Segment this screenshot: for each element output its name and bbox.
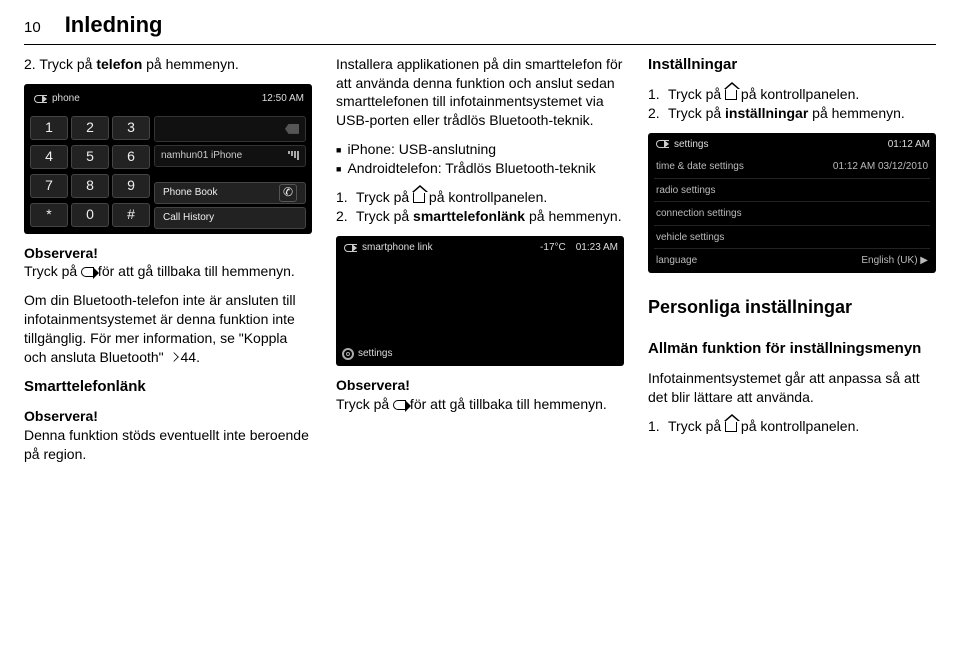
- page-header: 10 Inledning: [24, 10, 936, 45]
- page-title: Inledning: [65, 10, 163, 40]
- smartphone-title: smartphone link: [362, 241, 433, 255]
- phone-book-button[interactable]: Phone Book ✆: [154, 182, 306, 204]
- general-function-subheading: Allmän funktion för inställningsmenyn: [648, 339, 936, 359]
- key-2[interactable]: 2: [71, 116, 109, 140]
- bluetooth-note: Om din Bluetooth-telefon inte är anslute…: [24, 291, 312, 367]
- back-icon[interactable]: [342, 243, 356, 253]
- key-9[interactable]: 9: [112, 174, 150, 198]
- settings-row-time[interactable]: time & date settings01:12 AM 03/12/2010: [654, 156, 930, 179]
- connection-list: iPhone: USB-anslutning Androidtelefon: T…: [336, 140, 624, 178]
- observe-1: Observera! Tryck på för att gå tillbaka …: [24, 244, 312, 282]
- phone-time: 12:50 AM: [262, 92, 304, 106]
- personal-para: Infotainmentsystemet går att anpassa så …: [648, 369, 936, 407]
- col2-step1: 1.Tryck på på kontrollpanelen.: [336, 188, 624, 207]
- smartphone-time: 01:23 AM: [576, 241, 618, 255]
- phone-screenshot: phone 12:50 AM 1 2 3 4 5 6 7 8 9 * 0 #: [24, 84, 312, 234]
- phone-right-panel: namhun01 iPhone Phone Book ✆ Call Histor…: [154, 116, 306, 229]
- settings-title: settings: [674, 138, 708, 152]
- settings-screenshot: settings 01:12 AM time & date settings01…: [648, 133, 936, 273]
- home-icon: [725, 89, 737, 100]
- content-columns: 2. Tryck på telefon på hemmenyn. phone 1…: [24, 55, 936, 464]
- smartphone-link-heading: Smarttelefonlänk: [24, 377, 312, 397]
- key-6[interactable]: 6: [112, 145, 150, 169]
- home-icon: [725, 421, 737, 432]
- home-icon: [413, 192, 425, 203]
- key-7[interactable]: 7: [30, 174, 68, 198]
- key-0[interactable]: 0: [71, 203, 109, 227]
- column-1: 2. Tryck på telefon på hemmenyn. phone 1…: [24, 55, 312, 464]
- observe-2: Observera! Denna funktion stöds eventuel…: [24, 407, 312, 464]
- settings-row-vehicle[interactable]: vehicle settings: [654, 227, 930, 250]
- back-icon: [81, 267, 94, 277]
- bullet-iphone: iPhone: USB-anslutning: [336, 140, 624, 159]
- settings-row-language[interactable]: languageEnglish (UK) ▶: [654, 250, 930, 272]
- page-number: 10: [24, 18, 41, 38]
- phone-device-info: namhun01 iPhone: [154, 145, 306, 167]
- bullet-android: Androidtelefon: Trådlös Bluetooth-teknik: [336, 159, 624, 178]
- key-5[interactable]: 5: [71, 145, 109, 169]
- col3-step2: 2.Tryck på inställningar på hemmenyn.: [648, 104, 936, 123]
- phone-number-input[interactable]: [154, 116, 306, 142]
- personal-step1: 1.Tryck på på kontrollpanelen.: [648, 417, 936, 436]
- step-telefon: 2. Tryck på telefon på hemmenyn.: [24, 55, 312, 74]
- temp-readout: -17°C: [540, 241, 566, 255]
- settings-row-radio[interactable]: radio settings: [654, 180, 930, 203]
- back-icon[interactable]: [32, 94, 46, 104]
- phone-title: phone: [52, 92, 80, 106]
- key-4[interactable]: 4: [30, 145, 68, 169]
- phone-keypad: 1 2 3 4 5 6 7 8 9 * 0 #: [30, 116, 150, 229]
- col2-step2: 2.Tryck på smarttelefonlänk på hemmenyn.: [336, 207, 624, 226]
- page-ref-icon: [169, 352, 179, 362]
- personal-steps: 1.Tryck på på kontrollpanelen.: [648, 417, 936, 436]
- delete-icon[interactable]: [285, 124, 299, 134]
- col3-step1: 1.Tryck på på kontrollpanelen.: [648, 85, 936, 104]
- dial-icon[interactable]: ✆: [279, 184, 297, 202]
- call-history-button[interactable]: Call History: [154, 207, 306, 229]
- signal-icon: [288, 151, 299, 160]
- key-3[interactable]: 3: [112, 116, 150, 140]
- key-hash[interactable]: #: [112, 203, 150, 227]
- settings-heading: Inställningar: [648, 55, 936, 75]
- column-3: Inställningar 1.Tryck på på kontrollpane…: [648, 55, 936, 464]
- observe-col2: Observera! Tryck på för att gå tillbaka …: [336, 376, 624, 414]
- settings-row-connection[interactable]: connection settings: [654, 203, 930, 226]
- column-2: Installera applikationen på din smarttel…: [336, 55, 624, 464]
- gear-icon[interactable]: [342, 348, 354, 360]
- col2-steps: 1.Tryck på på kontrollpanelen. 2.Tryck p…: [336, 188, 624, 226]
- personal-settings-heading: Personliga inställningar: [648, 295, 936, 319]
- smartphone-link-screenshot: smartphone link -17°C 01:23 AM settings: [336, 236, 624, 366]
- back-icon: [393, 400, 406, 410]
- settings-label[interactable]: settings: [358, 347, 392, 361]
- settings-time: 01:12 AM: [888, 138, 930, 152]
- col3-steps: 1.Tryck på på kontrollpanelen. 2.Tryck p…: [648, 85, 936, 123]
- back-icon[interactable]: [654, 139, 668, 149]
- install-para: Installera applikationen på din smarttel…: [336, 55, 624, 131]
- key-1[interactable]: 1: [30, 116, 68, 140]
- key-star[interactable]: *: [30, 203, 68, 227]
- key-8[interactable]: 8: [71, 174, 109, 198]
